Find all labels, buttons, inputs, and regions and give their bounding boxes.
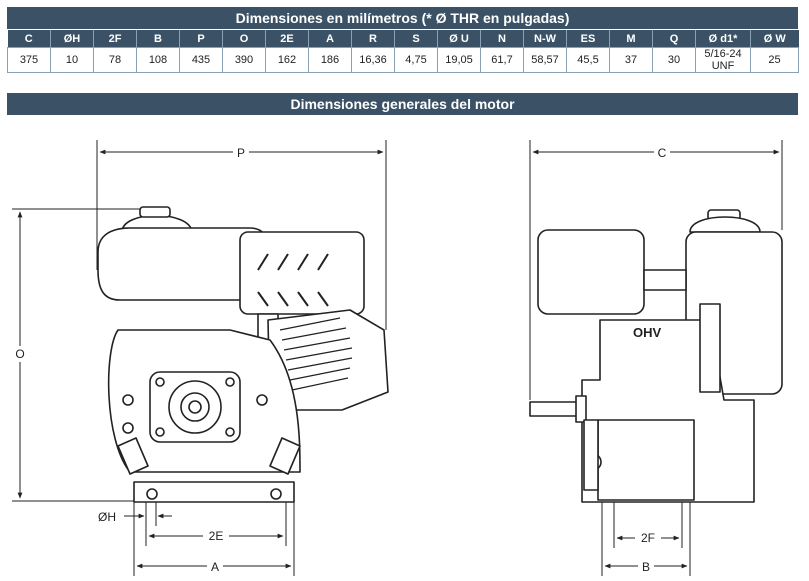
ohv-label: OHV — [633, 325, 662, 340]
label-o: O — [15, 347, 24, 361]
label-p: P — [237, 146, 245, 160]
label-a: A — [211, 560, 219, 574]
engine-dimension-drawing: OHV P O ØH 2E A C 2F B — [12, 140, 783, 576]
label-2f: 2F — [641, 531, 655, 545]
label-oh: ØH — [98, 510, 116, 524]
engine-front-view — [97, 206, 389, 503]
label-c: C — [658, 146, 667, 160]
label-b: B — [642, 560, 650, 574]
label-2e: 2E — [209, 529, 224, 543]
engine-side-view — [529, 209, 783, 503]
